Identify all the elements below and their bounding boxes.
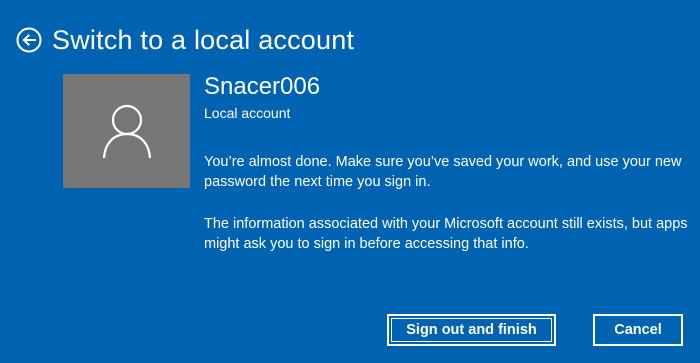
info-message: The information associated with your Mic…: [204, 216, 688, 252]
cancel-button[interactable]: Cancel: [593, 314, 683, 346]
page-title: Switch to a local account: [52, 24, 355, 55]
dialog-header: Switch to a local account: [16, 20, 354, 60]
account-type: Local account: [204, 105, 291, 121]
avatar: [63, 74, 190, 188]
back-button[interactable]: [16, 27, 42, 53]
username: Snacer006: [204, 73, 321, 100]
info-message-container: The information associated with your Mic…: [204, 214, 700, 258]
back-arrow-circle-icon: [16, 27, 42, 53]
person-icon: [102, 104, 151, 159]
account-info: Snacer006 Local account You’re almost do…: [204, 72, 684, 190]
sign-out-and-finish-button[interactable]: Sign out and finish: [387, 314, 556, 346]
done-message: You’re almost done. Make sure you’ve sav…: [204, 154, 682, 190]
switch-account-dialog: Switch to a local account Snacer006 Loca…: [0, 0, 700, 363]
